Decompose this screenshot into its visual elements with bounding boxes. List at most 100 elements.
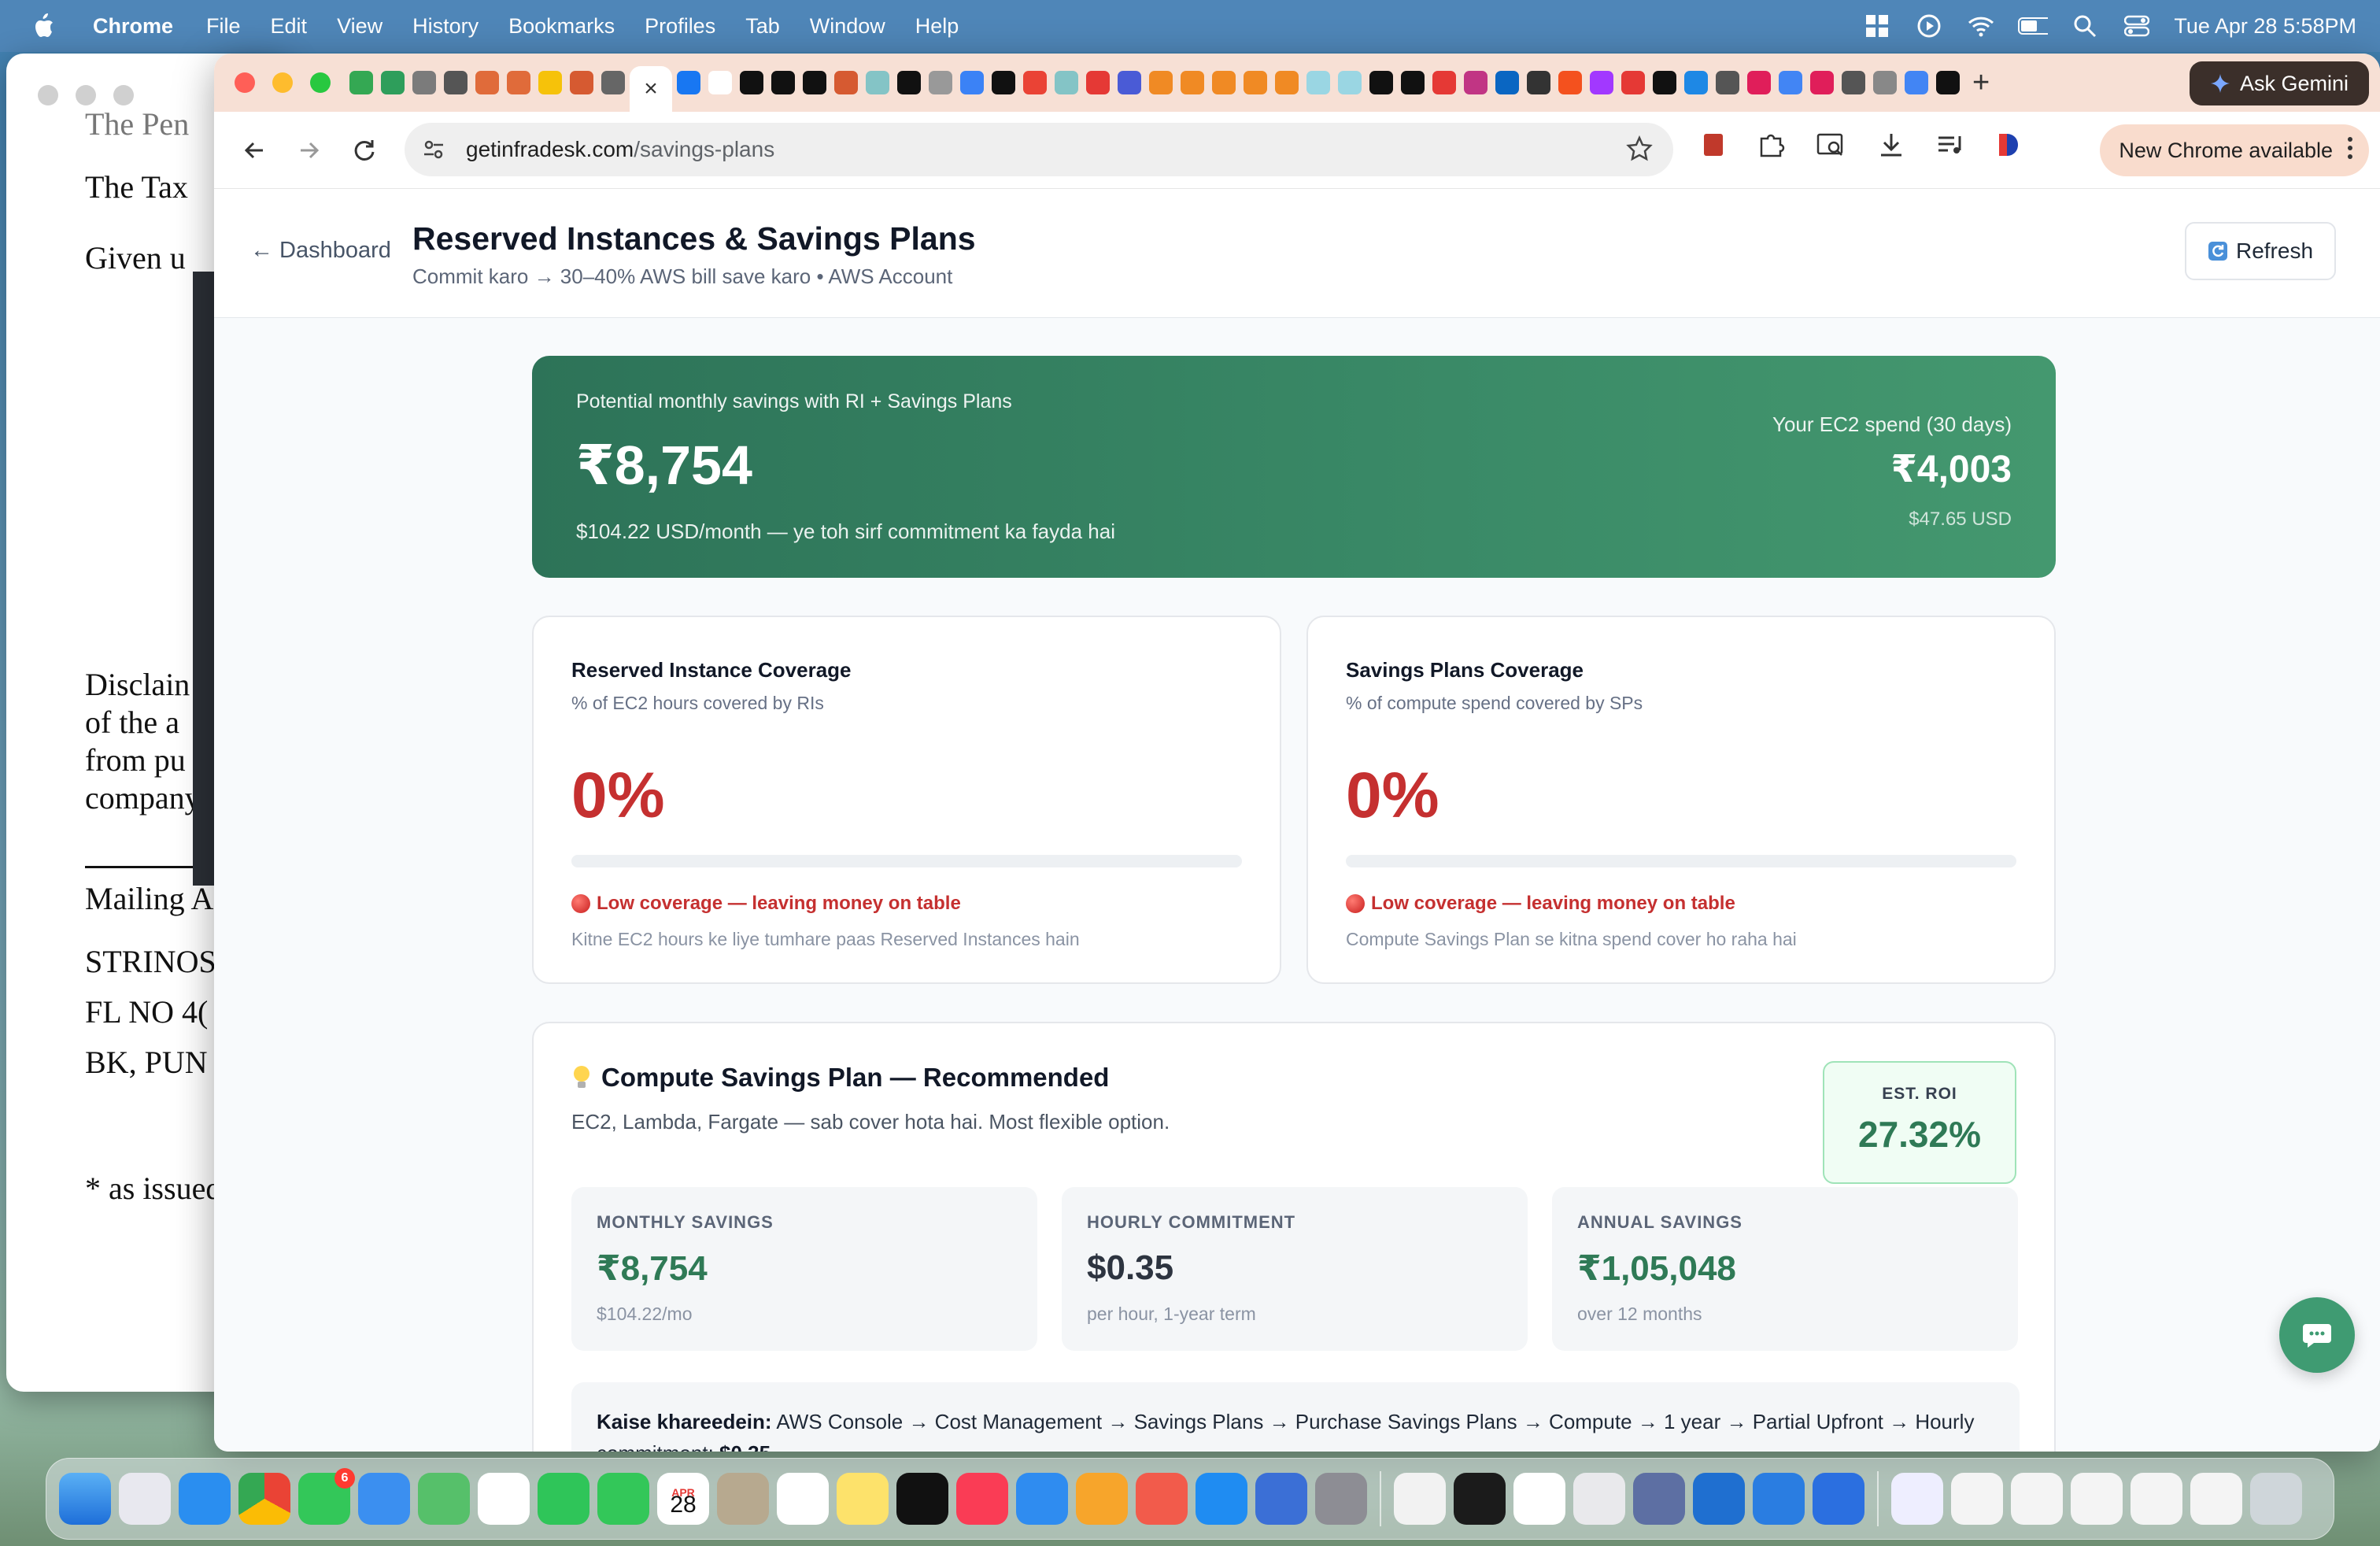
tab-favicon[interactable] bbox=[897, 71, 921, 94]
tab-favicon[interactable] bbox=[1212, 71, 1236, 94]
chrome-dock-icon[interactable] bbox=[238, 1473, 290, 1525]
menu-tab[interactable]: Tab bbox=[745, 14, 780, 39]
menu-history[interactable]: History bbox=[412, 14, 479, 39]
tab-favicon[interactable] bbox=[444, 71, 468, 94]
recent-document-thumbnail[interactable] bbox=[2190, 1473, 2242, 1525]
forward-arrow-icon[interactable] bbox=[291, 132, 327, 168]
app-store-icon[interactable] bbox=[1196, 1473, 1247, 1525]
tab-favicon[interactable] bbox=[1149, 71, 1173, 94]
tab-favicon[interactable] bbox=[570, 71, 593, 94]
grid-icon[interactable] bbox=[1862, 13, 1892, 39]
tab-favicon[interactable] bbox=[1023, 71, 1047, 94]
tab-favicon[interactable] bbox=[349, 71, 373, 94]
contacts-icon[interactable] bbox=[717, 1473, 769, 1525]
database-app-icon[interactable] bbox=[1633, 1473, 1685, 1525]
tab-favicon[interactable] bbox=[1527, 71, 1550, 94]
url-text[interactable]: getinfradesk.com/savings-plans bbox=[466, 137, 774, 162]
messages-icon[interactable]: 6 bbox=[298, 1468, 355, 1525]
tab-favicon[interactable] bbox=[1779, 71, 1802, 94]
bookmark-star-icon[interactable] bbox=[1626, 135, 1653, 166]
tab-favicon[interactable] bbox=[1905, 71, 1928, 94]
tab-favicon[interactable] bbox=[1873, 71, 1897, 94]
menu-profiles[interactable]: Profiles bbox=[645, 14, 715, 39]
tab-favicon[interactable] bbox=[1055, 71, 1078, 94]
terminal-window-edge[interactable] bbox=[193, 272, 216, 886]
finder-icon[interactable] bbox=[59, 1473, 111, 1525]
site-settings-icon[interactable] bbox=[422, 136, 449, 163]
calendar-icon[interactable]: APR 28 bbox=[657, 1473, 709, 1525]
tab-favicon[interactable] bbox=[601, 71, 625, 94]
tab-favicon[interactable] bbox=[412, 71, 436, 94]
tab-favicon[interactable] bbox=[1621, 71, 1645, 94]
menubar-app-name[interactable]: Chrome bbox=[93, 14, 173, 39]
tab-favicon[interactable] bbox=[1118, 71, 1141, 94]
tab-favicon[interactable] bbox=[1275, 71, 1299, 94]
tab-favicon[interactable] bbox=[1684, 71, 1708, 94]
ask-gemini-button[interactable]: Ask Gemini bbox=[2189, 61, 2369, 105]
system-settings-icon[interactable] bbox=[1315, 1473, 1367, 1525]
tab-favicon[interactable] bbox=[1495, 71, 1519, 94]
tab-favicon[interactable] bbox=[771, 71, 795, 94]
tab-favicon[interactable] bbox=[740, 71, 763, 94]
windows-app-icon[interactable] bbox=[1813, 1473, 1864, 1525]
menu-help[interactable]: Help bbox=[915, 14, 959, 39]
tab-favicon[interactable] bbox=[475, 71, 499, 94]
chat-support-button[interactable] bbox=[2279, 1297, 2355, 1373]
maps-icon[interactable] bbox=[418, 1473, 470, 1525]
address-bar[interactable]: getinfradesk.com/savings-plans bbox=[405, 123, 1673, 176]
reminders-icon[interactable] bbox=[777, 1473, 829, 1525]
tab-favicon[interactable] bbox=[1432, 71, 1456, 94]
safari-icon[interactable] bbox=[179, 1473, 231, 1525]
new-tab-button[interactable]: + bbox=[1972, 66, 1990, 100]
tab-favicon[interactable] bbox=[866, 71, 889, 94]
tab-favicon[interactable] bbox=[1653, 71, 1676, 94]
tab-favicon[interactable] bbox=[708, 71, 732, 94]
tab-favicon[interactable] bbox=[1401, 71, 1425, 94]
recent-document-thumbnail[interactable] bbox=[1951, 1473, 2003, 1525]
spotlight-search-icon[interactable] bbox=[2070, 13, 2100, 39]
kebab-menu-icon[interactable] bbox=[2347, 136, 2353, 165]
back-to-dashboard-link[interactable]: ← Dashboard bbox=[250, 238, 391, 264]
tab-favicon[interactable] bbox=[929, 71, 952, 94]
trash-icon[interactable] bbox=[2250, 1473, 2302, 1525]
facetime-icon[interactable] bbox=[538, 1473, 589, 1525]
tab-favicon[interactable] bbox=[1590, 71, 1613, 94]
menu-bookmarks[interactable]: Bookmarks bbox=[508, 14, 615, 39]
rocket-app-icon[interactable] bbox=[1136, 1473, 1188, 1525]
tab-favicon[interactable] bbox=[1306, 71, 1330, 94]
photos-icon[interactable] bbox=[478, 1473, 530, 1525]
menu-file[interactable]: File bbox=[206, 14, 241, 39]
feather-app-icon[interactable] bbox=[1573, 1473, 1625, 1525]
new-chrome-available-button[interactable]: New Chrome available bbox=[2100, 124, 2369, 176]
recent-document-thumbnail[interactable] bbox=[2071, 1473, 2123, 1525]
tab-favicon[interactable] bbox=[1747, 71, 1771, 94]
menubar-clock[interactable]: Tue Apr 28 5:58PM bbox=[2174, 14, 2356, 39]
launchpad-icon[interactable] bbox=[119, 1473, 171, 1525]
tab-favicon[interactable] bbox=[1558, 71, 1582, 94]
tab-favicon[interactable] bbox=[1716, 71, 1739, 94]
tab-favicon[interactable] bbox=[677, 71, 700, 94]
zoom-window-button[interactable] bbox=[310, 72, 331, 93]
close-window-button[interactable] bbox=[235, 72, 255, 93]
tab-favicon[interactable] bbox=[834, 71, 858, 94]
phone-icon[interactable] bbox=[597, 1473, 649, 1525]
downloads-folder-icon[interactable] bbox=[1891, 1473, 1943, 1525]
minimize-window-button[interactable] bbox=[272, 72, 293, 93]
active-tab[interactable]: × bbox=[630, 66, 672, 112]
keynote-icon[interactable] bbox=[1016, 1473, 1068, 1525]
battery-icon[interactable] bbox=[2018, 13, 2049, 39]
tab-favicon[interactable] bbox=[1244, 71, 1267, 94]
recent-document-thumbnail[interactable] bbox=[2011, 1473, 2063, 1525]
downloads-icon[interactable] bbox=[1878, 131, 1905, 162]
tab-favicon[interactable] bbox=[1369, 71, 1393, 94]
refresh-button[interactable]: Refresh bbox=[2185, 222, 2336, 280]
music-icon[interactable] bbox=[956, 1473, 1008, 1525]
tab-favicon[interactable] bbox=[507, 71, 530, 94]
recent-document-thumbnail[interactable] bbox=[2131, 1473, 2182, 1525]
back-arrow-icon[interactable] bbox=[236, 132, 272, 168]
control-center-icon[interactable] bbox=[2122, 13, 2152, 39]
extensions-puzzle-icon[interactable] bbox=[1757, 131, 1785, 163]
tab-favicon[interactable] bbox=[960, 71, 984, 94]
tab-favicon[interactable] bbox=[803, 71, 826, 94]
tab-favicon[interactable] bbox=[1810, 71, 1834, 94]
